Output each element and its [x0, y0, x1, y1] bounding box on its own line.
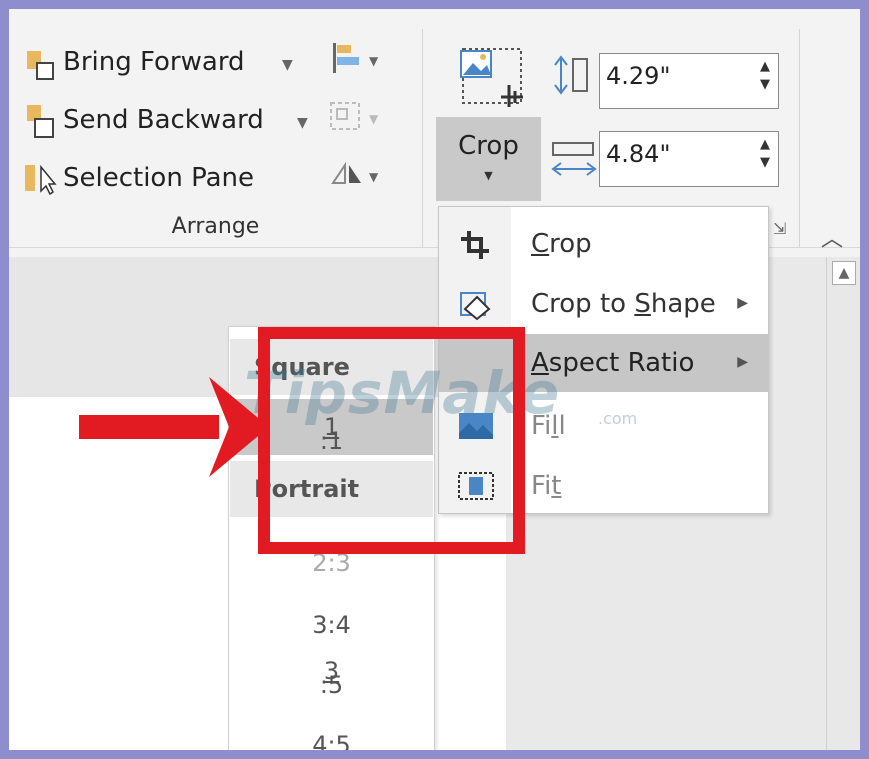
crop-picture-icon[interactable]	[451, 41, 535, 115]
group-separator	[799, 29, 800, 247]
menu-item-label: Fit	[531, 471, 562, 501]
red-arrow-icon	[79, 377, 269, 477]
menu-item-label: Crop to Shape	[531, 289, 716, 319]
option-label: 3:5	[319, 657, 344, 699]
submenu-arrow-icon: ▶	[737, 295, 748, 311]
chevron-down-icon[interactable]: ▼	[297, 115, 308, 131]
chevron-down-icon[interactable]: ▼	[282, 57, 293, 73]
rotate-icon[interactable]: ▼	[327, 155, 387, 195]
watermark-suffix: .com	[598, 409, 638, 428]
arrange-group-label: Arrange	[171, 214, 260, 239]
svg-text:▼: ▼	[369, 112, 379, 126]
height-spinner[interactable]: ▲ ▼	[760, 58, 770, 94]
collapse-ribbon-icon[interactable]: ︿	[821, 221, 843, 253]
shape-height-input[interactable]: 4.29" ▲ ▼	[599, 53, 779, 109]
aspect-option-3-5[interactable]: 3:5	[230, 643, 433, 699]
send-backward-icon	[27, 105, 54, 138]
menu-item-crop[interactable]: Crop	[439, 215, 768, 273]
dialog-launcher-icon[interactable]: ⇲	[773, 219, 786, 238]
vertical-scrollbar[interactable]	[826, 257, 860, 750]
svg-text:▼: ▼	[369, 54, 379, 68]
highlight-box	[258, 327, 525, 554]
shape-width-value: 4.84"	[606, 140, 671, 168]
screenshot-frame: ▲ Bring Forward ▼ Send Backward ▼ Select…	[0, 0, 869, 759]
align-icon[interactable]: ▼	[327, 39, 387, 79]
width-spinner[interactable]: ▲ ▼	[760, 136, 770, 172]
group-icon[interactable]: ▼	[327, 97, 387, 137]
crop-icon	[461, 231, 489, 259]
scroll-up-button[interactable]: ▲	[832, 261, 856, 285]
crop-button-label: Crop	[458, 131, 519, 161]
menu-item-crop-to-shape[interactable]: Crop to Shape ▶	[439, 275, 768, 333]
shape-width-icon	[551, 142, 597, 176]
crop-to-shape-icon	[460, 292, 491, 321]
aspect-option-3-4[interactable]: 3:4	[230, 583, 433, 639]
chevron-down-icon: ▼	[484, 169, 493, 182]
selection-pane-label: Selection Pane	[63, 163, 255, 193]
svg-text:▼: ▼	[369, 170, 379, 184]
bring-forward-label: Bring Forward	[63, 47, 245, 77]
shape-height-icon	[554, 55, 588, 95]
bring-forward-icon	[27, 51, 54, 80]
menu-item-label: Crop	[531, 229, 592, 259]
selection-pane-icon	[25, 164, 57, 196]
shape-width-input[interactable]: 4.84" ▲ ▼	[599, 131, 779, 187]
crop-dropdown-button[interactable]: Crop ▼	[436, 117, 541, 201]
shape-height-value: 4.29"	[606, 62, 671, 90]
send-backward-label: Send Backward	[63, 105, 264, 135]
submenu-arrow-icon: ▶	[737, 354, 748, 370]
aspect-option-4-5[interactable]: 4:5	[230, 703, 433, 750]
group-separator	[422, 29, 423, 247]
